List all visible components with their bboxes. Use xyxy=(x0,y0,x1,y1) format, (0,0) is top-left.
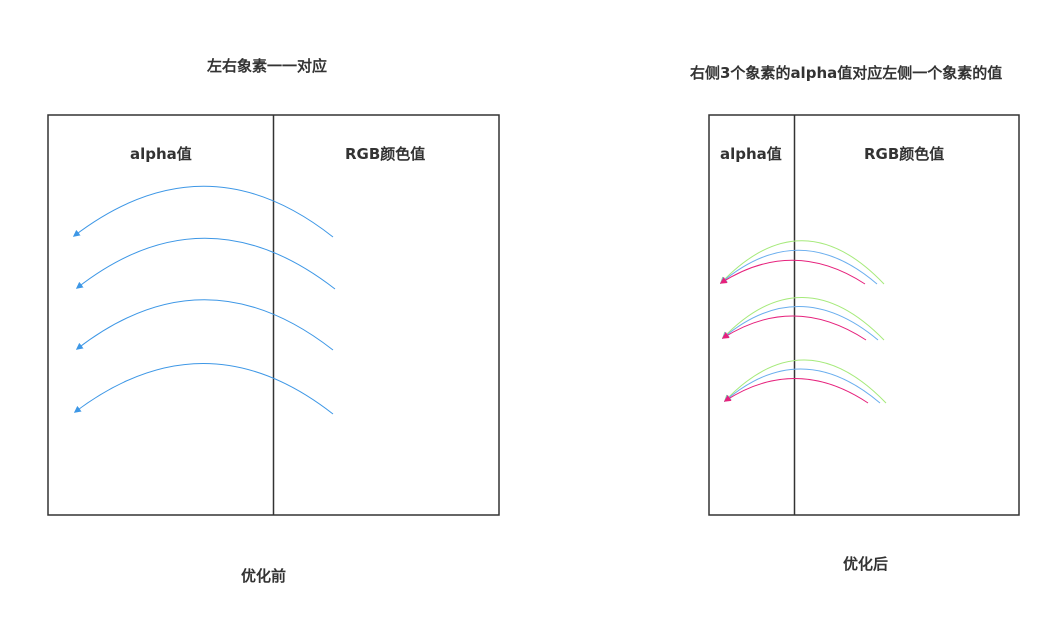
after-alpha-label: alpha值 xyxy=(720,145,782,163)
after-arrow-1-green xyxy=(720,240,885,285)
before-alpha-label: alpha值 xyxy=(130,145,192,163)
before-diagram xyxy=(47,114,500,516)
before-arrow-2 xyxy=(75,237,336,290)
after-arrow-group-1 xyxy=(719,240,885,285)
after-caption: 优化后 xyxy=(843,555,889,573)
after-outer-box xyxy=(708,114,1020,516)
after-rgb-label: RGB颜色值 xyxy=(864,145,945,163)
before-arrow-3 xyxy=(75,299,334,351)
after-arrow-group-2 xyxy=(721,297,885,341)
after-arrow-2-blue xyxy=(721,306,879,341)
after-arrow-group-3 xyxy=(723,359,887,404)
before-title: 左右象素一一对应 xyxy=(207,57,328,75)
after-title: 右侧3个象素的alpha值对应左侧一个象素的值 xyxy=(690,64,1003,82)
before-arrow-1 xyxy=(72,185,334,238)
after-arrow-3-green xyxy=(724,359,887,404)
after-arrow-1-blue xyxy=(719,249,878,285)
before-caption: 优化前 xyxy=(241,567,287,585)
after-arrow-2-green xyxy=(722,297,885,341)
diagram-canvas xyxy=(47,114,1020,516)
before-rgb-label: RGB颜色值 xyxy=(345,145,426,163)
after-arrow-3-blue xyxy=(723,368,881,404)
after-diagram xyxy=(708,114,1020,516)
before-arrow-4 xyxy=(73,363,334,415)
